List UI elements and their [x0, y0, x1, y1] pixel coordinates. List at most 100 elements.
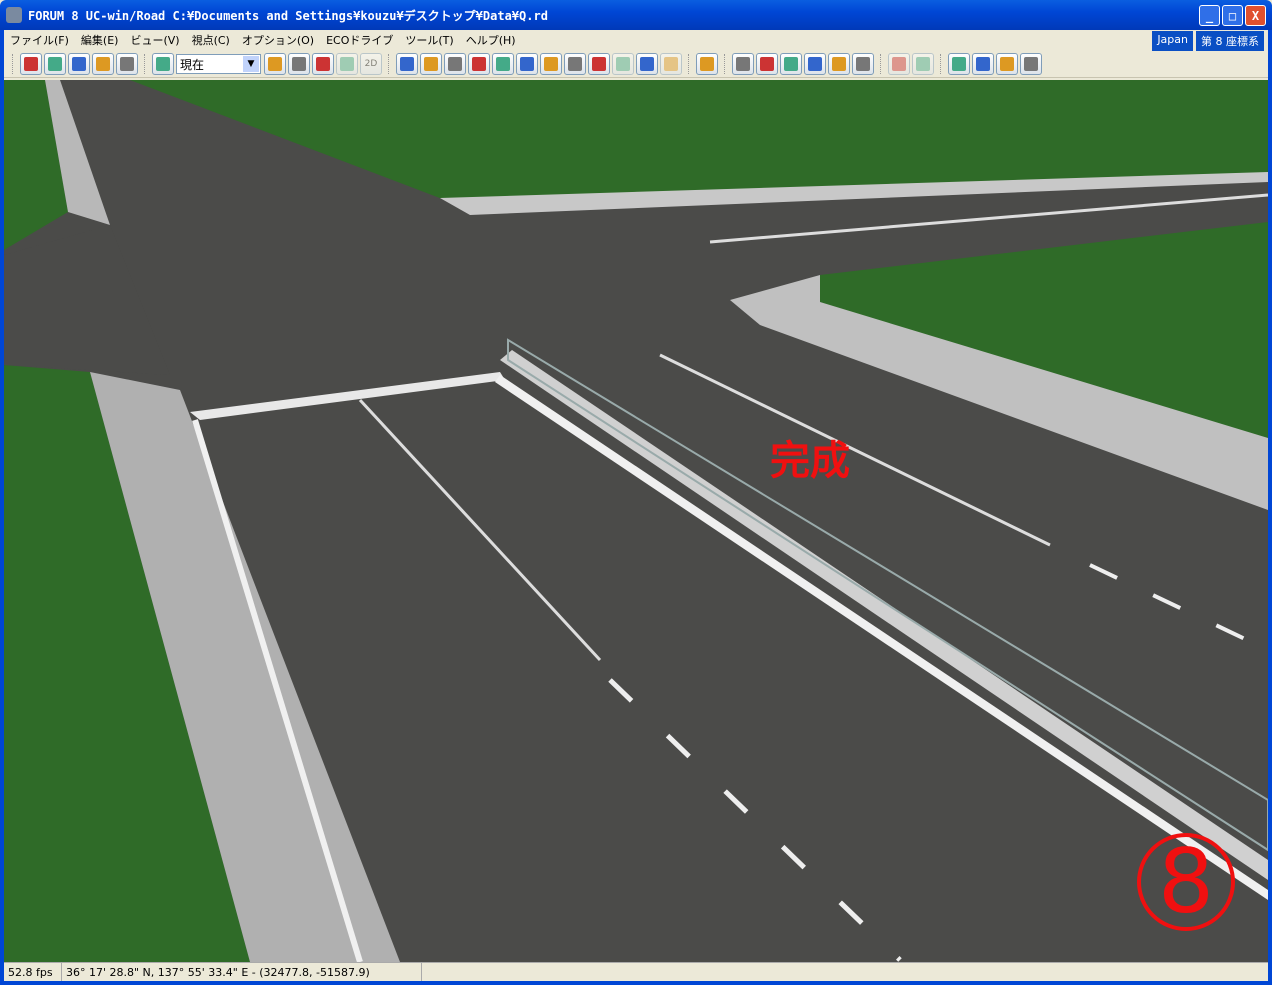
status-empty: [422, 963, 1268, 981]
2d-button[interactable]: 2D: [360, 53, 382, 75]
toolbar-separator[interactable]: [388, 54, 394, 74]
menu-help[interactable]: ヘルプ(H): [460, 32, 522, 48]
chevron-down-icon[interactable]: ▼: [243, 56, 259, 72]
person-button[interactable]: [564, 53, 586, 75]
new-file-icon: [952, 57, 966, 71]
toolbar-separator[interactable]: [880, 54, 886, 74]
fly-icon: [496, 57, 510, 71]
position-readout: 36° 17' 28.8" N, 137° 55' 33.4" E - (324…: [62, 963, 422, 981]
signal-red-button[interactable]: [312, 53, 334, 75]
fly-button[interactable]: [492, 53, 514, 75]
save-icon: [1024, 57, 1038, 71]
x-button[interactable]: [396, 53, 418, 75]
ruler-button[interactable]: [696, 53, 718, 75]
app-icon: [6, 7, 22, 23]
close-button[interactable]: X: [1245, 5, 1266, 26]
texture-button[interactable]: [732, 53, 754, 75]
menu-edit[interactable]: 編集(E): [75, 32, 125, 48]
coord-system-badge: 第 8 座標系: [1196, 31, 1264, 51]
2d-icon: 2D: [364, 59, 378, 69]
trees-button[interactable]: [116, 53, 138, 75]
steering-icon: [592, 57, 606, 71]
image-icon: [916, 57, 930, 71]
region-badge: Japan: [1152, 31, 1193, 51]
menu-tools[interactable]: ツール(T): [399, 32, 459, 48]
people-icon: [96, 57, 110, 71]
ruler-icon: [700, 57, 714, 71]
building-icon: [72, 57, 86, 71]
people-button[interactable]: [92, 53, 114, 75]
menu-file[interactable]: ファイル(F): [4, 32, 75, 48]
step-icon: [664, 57, 678, 71]
step-number: 8: [1137, 833, 1235, 931]
import-button[interactable]: [996, 53, 1018, 75]
orbit-button[interactable]: [516, 53, 538, 75]
menu-view[interactable]: ビュー(V): [124, 32, 185, 48]
camera-button[interactable]: [888, 53, 910, 75]
road-icon: [24, 57, 38, 71]
x-icon: [400, 57, 414, 71]
weather-icon: [340, 57, 354, 71]
person-icon: [568, 57, 582, 71]
viewpoint-select[interactable]: 現在 ▼: [176, 54, 261, 74]
toolbar-separator[interactable]: [12, 54, 18, 74]
rotate-button[interactable]: [420, 53, 442, 75]
road-button[interactable]: [20, 53, 42, 75]
menu-bar: ファイル(F) 編集(E) ビュー(V) 視点(C) オプション(O) ECOド…: [4, 30, 1268, 51]
road-view-button[interactable]: [152, 53, 174, 75]
rotate-icon: [424, 57, 438, 71]
signal-red-icon: [316, 57, 330, 71]
image-button[interactable]: [912, 53, 934, 75]
sign-icon: [784, 57, 798, 71]
menu-viewpoint[interactable]: 視点(C): [186, 32, 236, 48]
document-button[interactable]: [828, 53, 850, 75]
toolbar: 現在 ▼ 2D: [4, 51, 1268, 78]
edit-icon: [544, 57, 558, 71]
move-button[interactable]: [468, 53, 490, 75]
cars-icon: [808, 57, 822, 71]
step-button[interactable]: [660, 53, 682, 75]
maximize-button[interactable]: □: [1222, 5, 1243, 26]
building-button[interactable]: [68, 53, 90, 75]
add-building-icon: [856, 57, 870, 71]
viewpoint-select-value: 現在: [180, 57, 205, 72]
move-icon: [472, 57, 486, 71]
minimize-button[interactable]: _: [1199, 5, 1220, 26]
edit-button[interactable]: [540, 53, 562, 75]
import-icon: [1000, 57, 1014, 71]
orbit-icon: [520, 57, 534, 71]
open-folder-button[interactable]: [972, 53, 994, 75]
road-view-icon: [156, 57, 170, 71]
toolbar-separator[interactable]: [724, 54, 730, 74]
status-bar: 52.8 fps 36° 17' 28.8" N, 137° 55' 33.4"…: [4, 962, 1268, 981]
tunnel-icon: [760, 57, 774, 71]
signal-yellow-button[interactable]: [288, 53, 310, 75]
up-down-button[interactable]: [444, 53, 466, 75]
toolbar-separator[interactable]: [940, 54, 946, 74]
menu-options[interactable]: オプション(O): [236, 32, 320, 48]
menu-eco-drive[interactable]: ECOドライブ: [320, 32, 399, 48]
steering-button[interactable]: [588, 53, 610, 75]
grid-button[interactable]: [44, 53, 66, 75]
trees-icon: [120, 57, 134, 71]
add-building-button[interactable]: [852, 53, 874, 75]
new-file-button[interactable]: [948, 53, 970, 75]
signal-yellow-icon: [292, 57, 306, 71]
save-button[interactable]: [1020, 53, 1042, 75]
weather-button[interactable]: [336, 53, 358, 75]
signal-play-icon: [268, 57, 282, 71]
toolbar-separator[interactable]: [144, 54, 150, 74]
cars-button[interactable]: [804, 53, 826, 75]
signal-play-button[interactable]: [264, 53, 286, 75]
camera-icon: [892, 57, 906, 71]
toolbar-separator[interactable]: [688, 54, 694, 74]
tunnel-button[interactable]: [756, 53, 778, 75]
3d-viewport[interactable]: [4, 80, 1268, 962]
document-icon: [832, 57, 846, 71]
drive-icon: [616, 57, 630, 71]
drive-button[interactable]: [612, 53, 634, 75]
sign-button[interactable]: [780, 53, 802, 75]
title-bar: FORUM 8 UC-win/Road C:¥Documents and Set…: [0, 0, 1272, 30]
play-button[interactable]: [636, 53, 658, 75]
grid-icon: [48, 57, 62, 71]
